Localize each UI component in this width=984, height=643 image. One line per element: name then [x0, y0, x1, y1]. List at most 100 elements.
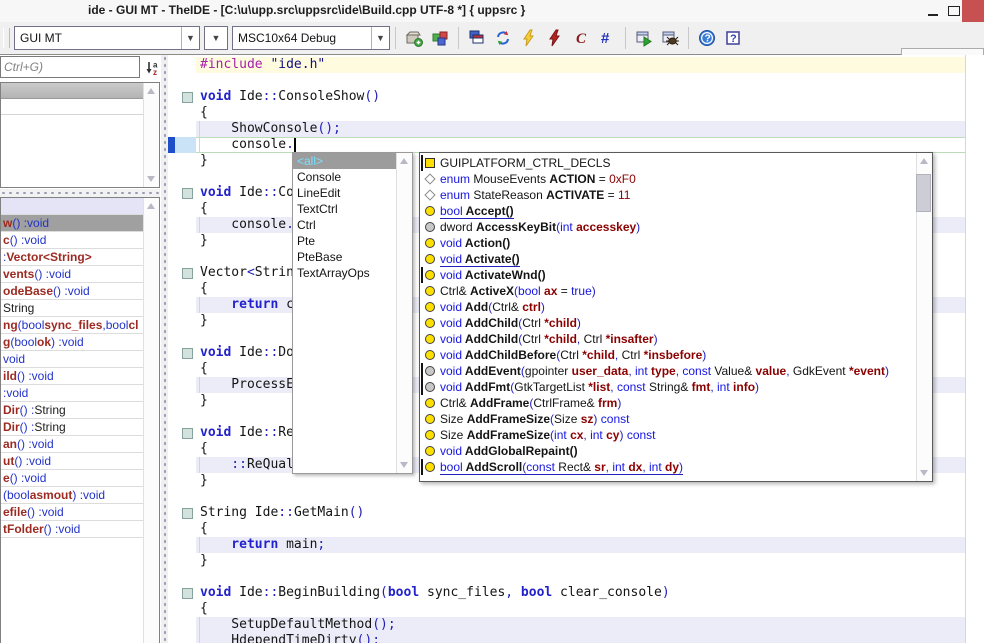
function-list-item[interactable]: e() : void: [1, 470, 144, 487]
sidebar-editor-splitter[interactable]: [161, 55, 168, 643]
member-row[interactable]: void ActivateWnd(): [420, 267, 917, 283]
package-dropdown-button[interactable]: ▼: [204, 26, 228, 50]
fold-marker-icon[interactable]: [182, 268, 193, 279]
function-list-panel[interactable]: w() : voidc() : void: Vector<String>vent…: [0, 197, 160, 643]
function-list-item[interactable]: : void: [1, 385, 144, 402]
fold-marker-icon[interactable]: [182, 588, 193, 599]
scroll-up-icon[interactable]: [147, 203, 155, 209]
function-list-item[interactable]: w() : void: [1, 215, 144, 232]
function-list-item[interactable]: : Vector<String>: [1, 249, 144, 266]
assist-popup-member-list[interactable]: GUIPLATFORM_CTRL_DECLSenum MouseEvents A…: [419, 152, 933, 482]
member-row[interactable]: enum StateReason ACTIVATE = 11: [420, 187, 917, 203]
function-list-item[interactable]: ng(bool sync_files, bool cl: [1, 317, 144, 334]
close-button[interactable]: [962, 0, 984, 22]
code-line[interactable]: #include "ide.h": [168, 57, 984, 73]
member-row[interactable]: void Action(): [420, 235, 917, 251]
member-row[interactable]: void AddGlobalRepaint(): [420, 443, 917, 459]
scroll-down-icon[interactable]: [400, 462, 408, 468]
rebuild-lightning-button[interactable]: [542, 25, 568, 51]
filter-item[interactable]: <all>: [293, 153, 397, 169]
help-circle-button[interactable]: ?: [694, 25, 720, 51]
filter-list-scrollbar[interactable]: [396, 153, 412, 473]
member-list-scrollbar[interactable]: [916, 153, 932, 481]
execute-window-button[interactable]: [631, 25, 657, 51]
code-line[interactable]: void Ide::BeginBuilding(bool sync_files,…: [168, 585, 984, 601]
filter-item[interactable]: TextCtrl: [293, 201, 397, 217]
chevron-down-icon[interactable]: ▼: [371, 27, 389, 49]
filter-item[interactable]: Console: [293, 169, 397, 185]
help-topics-button[interactable]: ?: [720, 25, 746, 51]
function-list-item[interactable]: tFolder() : void: [1, 521, 144, 538]
filter-item[interactable]: PteBase: [293, 249, 397, 265]
function-list-item[interactable]: ut() : void: [1, 453, 144, 470]
function-list-item[interactable]: Dir() : String: [1, 419, 144, 436]
member-row[interactable]: void AddEvent(gpointer user_data, int ty…: [420, 363, 917, 379]
member-row[interactable]: Size AddFrameSize(Size sz) const: [420, 411, 917, 427]
scrollbar-thumb[interactable]: [916, 174, 931, 212]
scroll-up-icon[interactable]: [147, 88, 155, 94]
fold-marker-icon[interactable]: [182, 188, 193, 199]
search-input[interactable]: Ctrl+G): [0, 56, 140, 78]
filter-item[interactable]: LineEdit: [293, 185, 397, 201]
scroll-down-icon[interactable]: [147, 176, 155, 182]
function-list-item[interactable]: void: [1, 351, 144, 368]
function-list-item[interactable]: g(bool ok) : void: [1, 334, 144, 351]
member-row[interactable]: dword AccessKeyBit(int accesskey): [420, 219, 917, 235]
function-list-item[interactable]: an() : void: [1, 436, 144, 453]
minimize-button[interactable]: [922, 0, 944, 22]
member-row[interactable]: void AddChildBefore(Ctrl *child, Ctrl *i…: [420, 347, 917, 363]
assembly-cubes-button[interactable]: [427, 25, 453, 51]
member-row[interactable]: Size AddFrameSize(int cx, int cy) const: [420, 427, 917, 443]
function-list-item[interactable]: c() : void: [1, 232, 144, 249]
member-row[interactable]: void Activate(): [420, 251, 917, 267]
code-line[interactable]: SetupDefaultMethod();: [168, 617, 984, 633]
fold-marker-icon[interactable]: [182, 348, 193, 359]
member-row[interactable]: void AddFmt(GtkTargetList *list, const S…: [420, 379, 917, 395]
scroll-up-icon[interactable]: [920, 158, 928, 164]
build-method-combo[interactable]: MSC10x64 Debug ▼: [232, 26, 390, 50]
sidebar-horizontal-splitter[interactable]: [0, 189, 160, 197]
member-row[interactable]: Ctrl& AddFrame(CtrlFrame& frm): [420, 395, 917, 411]
code-line[interactable]: return main;: [168, 537, 984, 553]
fold-marker-icon[interactable]: [182, 428, 193, 439]
function-list-item[interactable]: Dir() : String: [1, 402, 144, 419]
preprocess-hash-button[interactable]: #: [594, 25, 620, 51]
function-list-item[interactable]: vents() : void: [1, 266, 144, 283]
function-list-item[interactable]: efile() : void: [1, 504, 144, 521]
code-line[interactable]: console.: [168, 137, 984, 153]
member-row[interactable]: bool AddScroll(const Rect& sr, int dx, i…: [420, 459, 917, 475]
filter-item[interactable]: Pte: [293, 233, 397, 249]
function-list-item[interactable]: String: [1, 300, 144, 317]
function-list-item[interactable]: odeBase() : void: [1, 283, 144, 300]
member-row[interactable]: enum MouseEvents ACTION = 0xF0: [420, 171, 917, 187]
package-add-button[interactable]: [401, 25, 427, 51]
code-line[interactable]: [168, 569, 984, 585]
build-lightning-button[interactable]: [516, 25, 542, 51]
member-row[interactable]: GUIPLATFORM_CTRL_DECLS: [420, 155, 917, 171]
code-line[interactable]: }: [168, 553, 984, 569]
filter-item[interactable]: Ctrl: [293, 217, 397, 233]
function-list-scrollbar[interactable]: [143, 198, 159, 643]
symbol-list-panel[interactable]: [0, 82, 160, 188]
scroll-down-icon[interactable]: [920, 470, 928, 476]
clean-c-button[interactable]: C: [568, 25, 594, 51]
code-line[interactable]: [168, 489, 984, 505]
member-row[interactable]: void AddChild(Ctrl *child, Ctrl *insafte…: [420, 331, 917, 347]
function-list-item[interactable]: [1, 198, 144, 215]
build-methods-button[interactable]: [464, 25, 490, 51]
filter-item[interactable]: TextArrayOps: [293, 265, 397, 281]
member-row[interactable]: bool Accept(): [420, 203, 917, 219]
code-line[interactable]: {: [168, 521, 984, 537]
scroll-up-icon[interactable]: [400, 158, 408, 164]
assembly-combo[interactable]: GUI MT ▼: [14, 26, 200, 50]
code-line[interactable]: {: [168, 105, 984, 121]
sync-refresh-button[interactable]: [490, 25, 516, 51]
code-line[interactable]: [168, 73, 984, 89]
debug-window-button[interactable]: [657, 25, 683, 51]
member-row[interactable]: void Add(Ctrl& ctrl): [420, 299, 917, 315]
chevron-down-icon[interactable]: ▼: [181, 27, 199, 49]
code-line[interactable]: void Ide::ConsoleShow(): [168, 89, 984, 105]
member-row[interactable]: Ctrl& ActiveX(bool ax = true): [420, 283, 917, 299]
code-line[interactable]: {: [168, 601, 984, 617]
member-row[interactable]: void AddChild(Ctrl *child): [420, 315, 917, 331]
